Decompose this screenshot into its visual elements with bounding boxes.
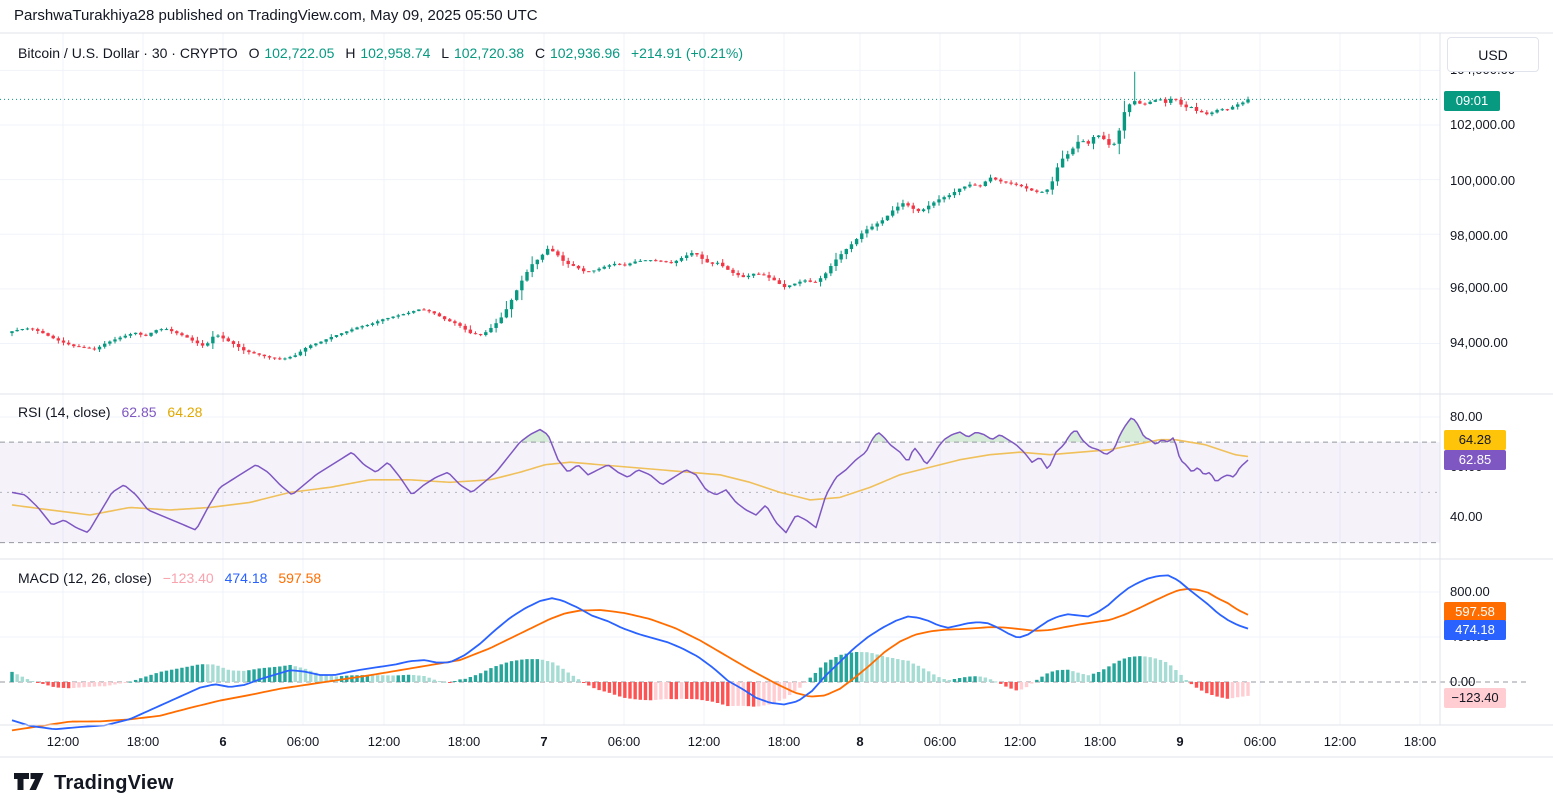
price-axis-label: 102,000.00 [1450, 118, 1515, 132]
macd-hist-value: −123.40 [163, 570, 214, 586]
time-tick-label: 06:00 [924, 734, 957, 749]
time-tick-label: 18:00 [1084, 734, 1117, 749]
macd-value-badge: −123.40 [1444, 688, 1506, 708]
footer-logo[interactable]: TradingView [14, 768, 174, 799]
symbol-title: Bitcoin / U.S. Dollar · 30 · CRYPTO [18, 45, 238, 61]
time-tick-label: 12:00 [47, 734, 80, 749]
bar-countdown-badge: 09:01 [1444, 91, 1500, 111]
publish-text: ParshwaTurakhiya28 published on TradingV… [14, 7, 538, 24]
time-tick-label: 12:00 [1324, 734, 1357, 749]
rsi-ma-value: 64.28 [167, 404, 202, 420]
chart-canvas[interactable] [0, 0, 1553, 803]
macd-title: MACD (12, 26, close) [18, 570, 152, 586]
usd-button[interactable]: USD [1447, 37, 1539, 72]
time-tick-label: 9 [1176, 734, 1183, 749]
open-label: O [249, 45, 260, 61]
time-tick-label: 12:00 [688, 734, 721, 749]
time-tick-label: 18:00 [768, 734, 801, 749]
price-axis-label: 96,000.00 [1450, 281, 1508, 295]
usd-button-label: USD [1478, 47, 1508, 63]
change-value: +214.91 (+0.21%) [631, 45, 743, 61]
close-value: 102,936.96 [550, 45, 620, 61]
rsi-axis-label: 80.00 [1450, 410, 1483, 424]
time-tick-label: 18:00 [448, 734, 481, 749]
symbol-legend[interactable]: Bitcoin / U.S. Dollar · 30 · CRYPTO O 10… [18, 45, 750, 61]
low-label: L [441, 45, 449, 61]
rsi-legend[interactable]: RSI (14, close) 62.85 64.28 [18, 404, 209, 420]
high-label: H [345, 45, 355, 61]
time-tick-label: 7 [540, 734, 547, 749]
macd-value-badge: 474.18 [1444, 620, 1506, 640]
time-tick-label: 18:00 [1404, 734, 1437, 749]
price-axis-label: 98,000.00 [1450, 229, 1508, 243]
price-axis-label: 100,000.00 [1450, 174, 1515, 188]
price-axis-label: 94,000.00 [1450, 336, 1508, 350]
macd-axis-label: 0.00 [1450, 675, 1475, 689]
time-tick-label: 18:00 [127, 734, 160, 749]
tradingview-logo-text: TradingView [54, 772, 174, 795]
tradingview-snapshot: ParshwaTurakhiya28 published on TradingV… [0, 0, 1553, 803]
low-value: 102,720.38 [454, 45, 524, 61]
time-tick-label: 06:00 [287, 734, 320, 749]
rsi-axis-label: 40.00 [1450, 510, 1483, 524]
macd-value-badge: 597.58 [1444, 602, 1506, 622]
time-tick-label: 06:00 [1244, 734, 1277, 749]
macd-line-value: 474.18 [225, 570, 268, 586]
open-value: 102,722.05 [264, 45, 334, 61]
rsi-value-badge: 62.85 [1444, 450, 1506, 470]
time-tick-label: 12:00 [368, 734, 401, 749]
close-label: C [535, 45, 545, 61]
time-tick-label: 8 [856, 734, 863, 749]
rsi-title: RSI (14, close) [18, 404, 111, 420]
macd-axis-label: 800.00 [1450, 585, 1490, 599]
tradingview-logo-icon [14, 768, 44, 799]
time-tick-label: 12:00 [1004, 734, 1037, 749]
macd-signal-value: 597.58 [278, 570, 321, 586]
rsi-value: 62.85 [121, 404, 156, 420]
publish-header: ParshwaTurakhiya28 published on TradingV… [14, 7, 538, 24]
time-tick-label: 06:00 [608, 734, 641, 749]
rsi-value-badge: 64.28 [1444, 430, 1506, 450]
time-tick-label: 6 [219, 734, 226, 749]
high-value: 102,958.74 [360, 45, 430, 61]
macd-legend[interactable]: MACD (12, 26, close) −123.40 474.18 597.… [18, 570, 328, 586]
